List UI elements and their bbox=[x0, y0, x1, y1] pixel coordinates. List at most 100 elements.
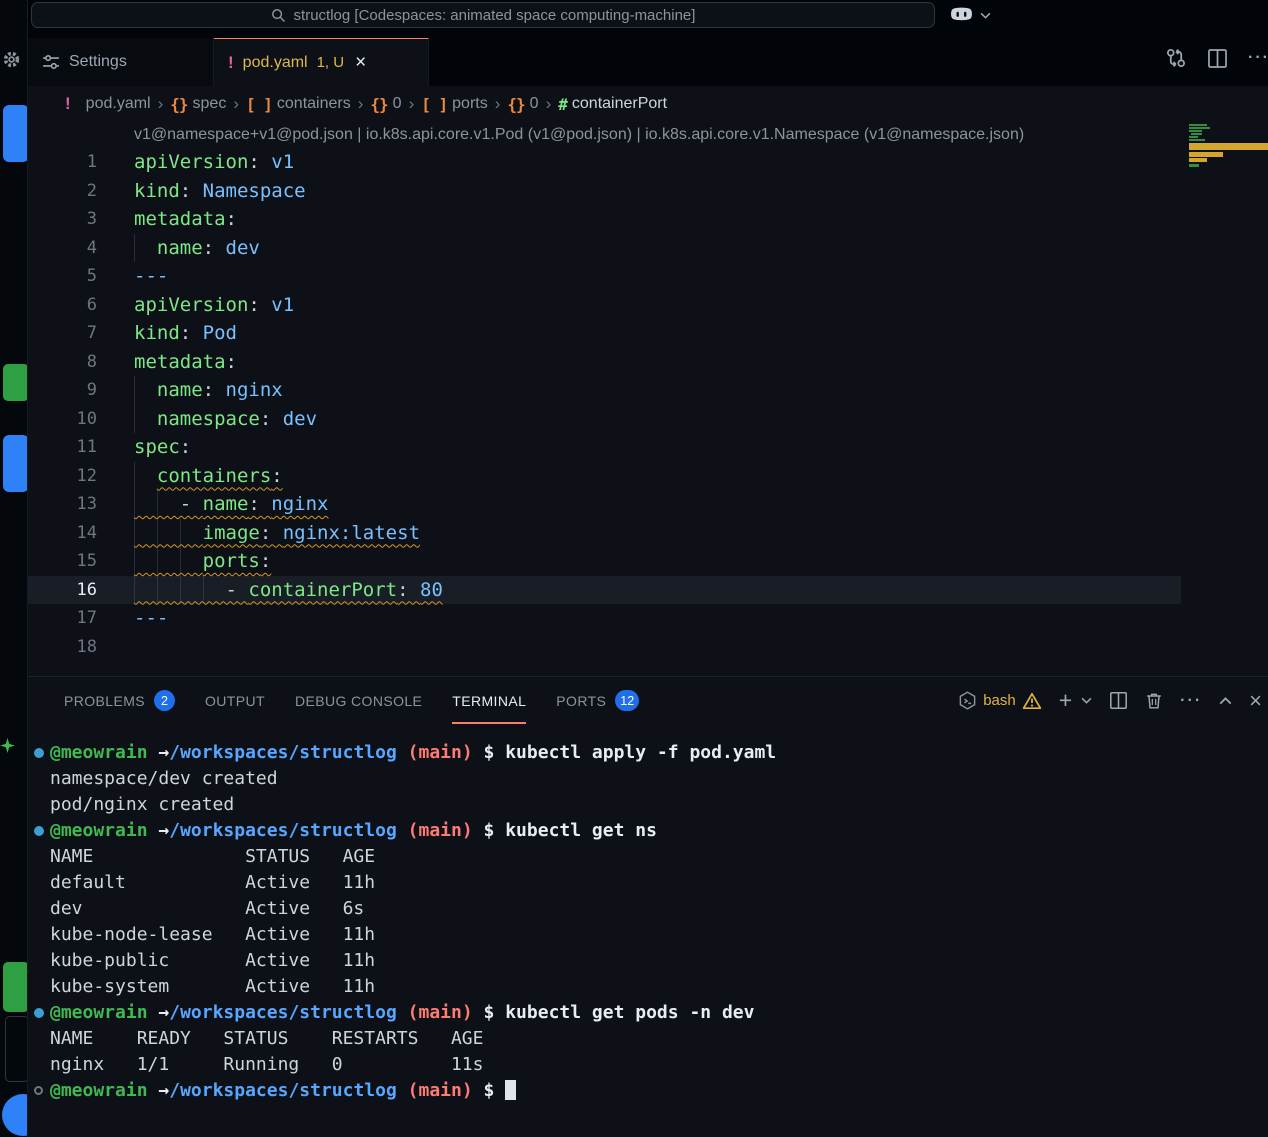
panel-tab-label: PROBLEMS bbox=[64, 693, 145, 709]
code-line-13[interactable]: 13 - name: nginx bbox=[28, 490, 1181, 519]
panel-tab-debug-console[interactable]: DEBUG CONSOLE bbox=[295, 677, 422, 724]
panel-tab-problems[interactable]: PROBLEMS 2 bbox=[64, 677, 175, 724]
code-line-14[interactable]: 14 image: nginx:latest bbox=[28, 519, 1181, 548]
code-line-9[interactable]: 9 name: nginx bbox=[28, 376, 1181, 405]
terminal-profile[interactable]: bash bbox=[958, 691, 1042, 710]
code-text: ports: bbox=[134, 547, 271, 576]
line-number: 17 bbox=[28, 604, 97, 633]
code-line-18[interactable]: 18 bbox=[28, 633, 1181, 662]
array-icon: [ ] bbox=[246, 95, 272, 114]
panel-tab-label: TERMINAL bbox=[452, 693, 526, 709]
title-bar: structlog [Codespaces: animated space co… bbox=[28, 0, 1268, 30]
compare-changes-icon[interactable] bbox=[1165, 47, 1187, 69]
code-line-17[interactable]: 17--- bbox=[28, 604, 1181, 633]
breadcrumb-item-containers[interactable]: [ ] containers bbox=[246, 95, 351, 114]
breadcrumb-file[interactable]: pod.yaml bbox=[86, 95, 151, 113]
close-tab-icon[interactable]: × bbox=[353, 53, 368, 72]
code-line-10[interactable]: 10 namespace: dev bbox=[28, 405, 1181, 434]
line-number: 1 bbox=[28, 148, 97, 177]
minimap[interactable] bbox=[1187, 122, 1268, 202]
code-line-5[interactable]: 5 --- bbox=[28, 262, 1181, 291]
breadcrumb-item-ports[interactable]: [ ]ports bbox=[421, 95, 487, 114]
copilot-menu[interactable] bbox=[949, 2, 991, 28]
breadcrumb: ! pod.yaml ›{}spec›[ ]containers›{}0›[ ]… bbox=[28, 86, 1268, 122]
command-center-search[interactable]: structlog [Codespaces: animated space co… bbox=[31, 2, 935, 28]
code-text: - containerPort: 80 bbox=[134, 576, 443, 605]
panel-more-actions-icon[interactable]: ··· bbox=[1180, 693, 1202, 709]
search-text: structlog [Codespaces: animated space co… bbox=[294, 7, 696, 24]
new-terminal-icon[interactable]: + bbox=[1059, 689, 1072, 712]
tab-settings[interactable]: Settings bbox=[28, 38, 214, 86]
terminal-line: kube-public Active 11h bbox=[28, 948, 1268, 974]
breadcrumb-label: ports bbox=[452, 95, 488, 113]
terminal-line: @meowrain →/workspaces/structlog (main) … bbox=[28, 1000, 1268, 1026]
number-icon: # bbox=[558, 95, 567, 114]
line-number: 12 bbox=[28, 462, 97, 491]
breadcrumb-item-0[interactable]: {}0 bbox=[507, 95, 538, 114]
panel-tab-badge: 2 bbox=[154, 690, 175, 711]
line-number: 3 bbox=[28, 205, 97, 234]
code-line-3[interactable]: 3metadata: bbox=[28, 205, 1181, 234]
panel-tab-output[interactable]: OUTPUT bbox=[205, 677, 265, 724]
code-text: --- bbox=[134, 262, 168, 291]
indent-guide bbox=[134, 519, 135, 548]
line-number: 8 bbox=[28, 348, 97, 377]
editor-pane[interactable]: v1@namespace+v1@pod.json | io.k8s.api.co… bbox=[28, 122, 1268, 676]
terminal-line: nginx 1/1 Running 0 11s bbox=[28, 1052, 1268, 1078]
editor-tab-bar: Settings ! pod.yaml 1, U × ··· bbox=[28, 30, 1268, 86]
terminal-line: dev Active 6s bbox=[28, 896, 1268, 922]
tab-pod-yaml[interactable]: ! pod.yaml 1, U × bbox=[214, 38, 429, 86]
code-line-1[interactable]: 1 apiVersion: v1 bbox=[28, 148, 1181, 177]
indent-guide bbox=[180, 519, 181, 548]
terminal-cursor bbox=[505, 1080, 516, 1100]
panel-actions: bash + ··· bbox=[958, 677, 1268, 724]
breadcrumb-item-spec[interactable]: {}spec bbox=[170, 95, 226, 114]
code-line-7[interactable]: 7kind: Pod bbox=[28, 319, 1181, 348]
code-line-4[interactable]: 4 name: dev bbox=[28, 234, 1181, 263]
code-line-8[interactable]: 8metadata: bbox=[28, 348, 1181, 377]
code-line-2[interactable]: 2 kind: Namespace bbox=[28, 177, 1181, 206]
line-number: 2 bbox=[28, 177, 97, 206]
prompt-bullet-icon bbox=[34, 826, 44, 836]
split-terminal-icon[interactable] bbox=[1109, 691, 1128, 710]
code-line-11[interactable]: 11spec: bbox=[28, 433, 1181, 462]
line-number: 5 bbox=[28, 262, 97, 291]
indent-guide bbox=[157, 490, 158, 519]
code-line-16[interactable]: 16 - containerPort: 80 bbox=[28, 576, 1181, 605]
search-icon bbox=[271, 8, 286, 23]
breadcrumb-separator: › bbox=[409, 94, 415, 114]
breadcrumb-item-containerPort[interactable]: #containerPort bbox=[558, 95, 667, 114]
code-text: - name: nginx bbox=[134, 490, 329, 519]
warning-squiggle: ports: bbox=[134, 550, 271, 572]
prompt-bullet-icon bbox=[34, 1008, 44, 1018]
code-text: namespace: dev bbox=[134, 405, 317, 434]
code-text: apiVersion: v1 bbox=[134, 148, 294, 177]
terminal-output[interactable]: @meowrain →/workspaces/structlog (main) … bbox=[28, 724, 1268, 1104]
breadcrumb-separator: › bbox=[158, 94, 164, 114]
code-text: kind: Namespace bbox=[134, 177, 306, 206]
indent-guide bbox=[134, 405, 135, 434]
terminal-line: NAME READY STATUS RESTARTS AGE bbox=[28, 1026, 1268, 1052]
breadcrumb-label: spec bbox=[193, 95, 227, 113]
breadcrumb-label: containers bbox=[277, 95, 351, 113]
code-line-12[interactable]: 12 containers: bbox=[28, 462, 1181, 491]
code-text: name: nginx bbox=[134, 376, 283, 405]
code-text: kind: Pod bbox=[134, 319, 237, 348]
panel-tab-ports[interactable]: PORTS12 bbox=[556, 677, 639, 724]
close-panel-icon[interactable]: × bbox=[1249, 690, 1262, 712]
terminal-dropdown-icon[interactable] bbox=[1081, 697, 1092, 704]
more-actions-icon[interactable]: ··· bbox=[1248, 50, 1268, 66]
kill-terminal-icon[interactable] bbox=[1145, 691, 1163, 710]
breadcrumb-item-0[interactable]: {}0 bbox=[370, 95, 401, 114]
maximize-panel-icon[interactable] bbox=[1219, 697, 1232, 705]
panel-tab-terminal[interactable]: TERMINAL bbox=[452, 677, 526, 724]
code-text: containers: bbox=[134, 462, 283, 491]
vscode-window: structlog [Codespaces: animated space co… bbox=[0, 0, 1268, 1137]
indent-guide bbox=[157, 547, 158, 576]
code-line-6[interactable]: 6apiVersion: v1 bbox=[28, 291, 1181, 320]
schema-hint-codelens[interactable]: v1@namespace+v1@pod.json | io.k8s.api.co… bbox=[28, 122, 1268, 148]
split-editor-icon[interactable] bbox=[1207, 48, 1228, 69]
code-line-15[interactable]: 15 ports: bbox=[28, 547, 1181, 576]
prompt-bullet-icon bbox=[34, 748, 44, 758]
background-fragment bbox=[3, 364, 27, 401]
